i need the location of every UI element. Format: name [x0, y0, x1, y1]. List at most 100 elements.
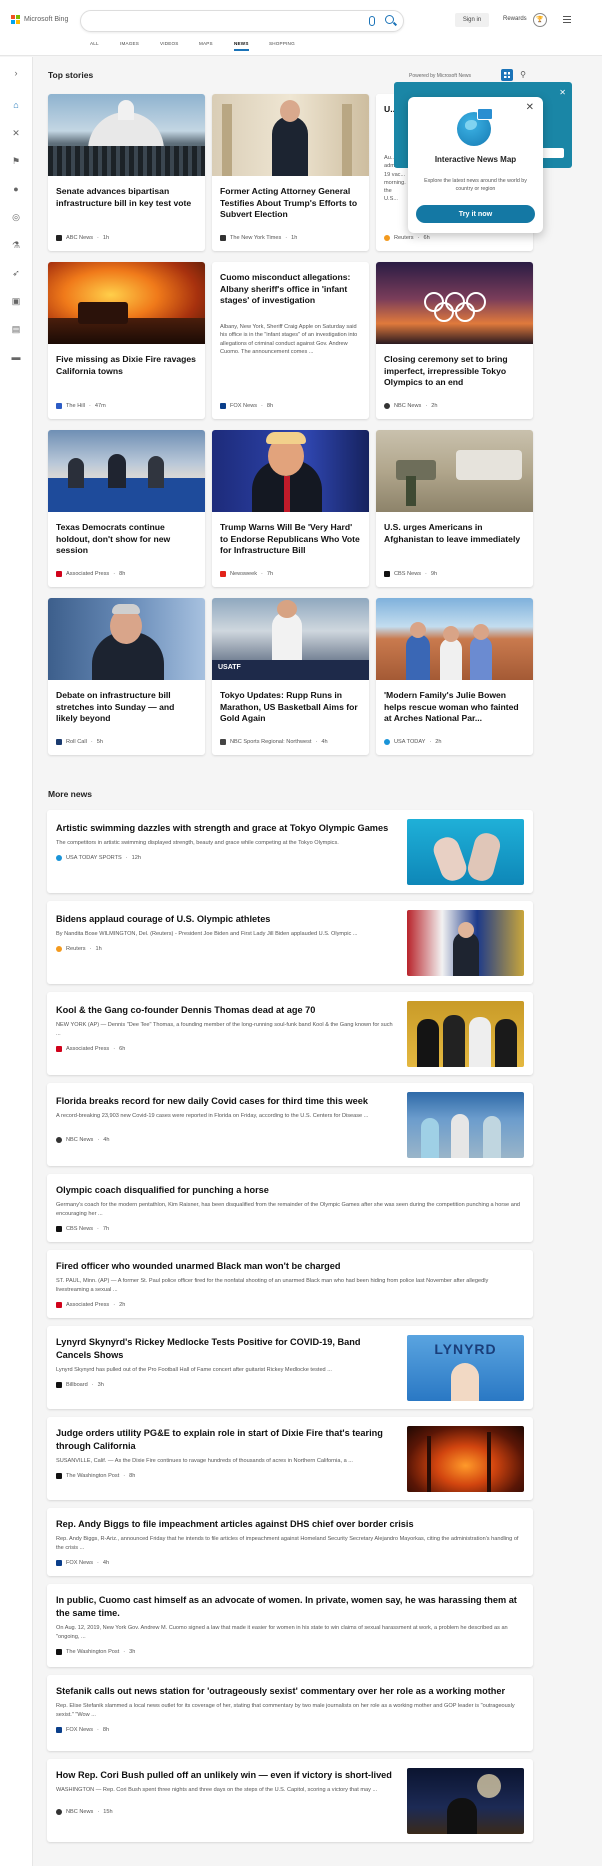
story-source: FOX News · 8h: [220, 403, 361, 409]
story-title[interactable]: Senate advances bipartisan infrastructur…: [56, 186, 197, 209]
tab-videos[interactable]: VIDEOS: [160, 41, 179, 46]
sign-in-button[interactable]: Sign in: [455, 13, 489, 27]
news-title[interactable]: Olympic coach disqualified for punching …: [56, 1184, 521, 1197]
search-input[interactable]: [80, 10, 404, 32]
story-card[interactable]: Debate on infrastructure bill stretches …: [48, 598, 205, 755]
story-card[interactable]: Closing ceremony set to bring imperfect,…: [376, 262, 533, 419]
news-list-item[interactable]: Stefanik calls out news station for 'out…: [47, 1675, 533, 1751]
map-view-icon[interactable]: ⚲: [517, 69, 529, 81]
news-image[interactable]: [407, 910, 524, 976]
tab-news[interactable]: NEWS: [234, 41, 249, 51]
rewards-link[interactable]: Rewards: [503, 16, 527, 22]
story-card[interactable]: Cuomo misconduct allegations: Albany she…: [212, 262, 369, 419]
try-it-now-button[interactable]: Try it now: [416, 205, 535, 223]
story-title[interactable]: Trump Warns Will Be 'Very Hard' to Endor…: [220, 522, 361, 557]
news-image[interactable]: [407, 1426, 524, 1492]
entertainment-icon[interactable]: ▣: [10, 295, 22, 307]
news-list-item[interactable]: Judge orders utility PG&E to explain rol…: [47, 1417, 533, 1500]
story-card[interactable]: Former Acting Attorney General Testifies…: [212, 94, 369, 251]
story-title[interactable]: Debate on infrastructure bill stretches …: [56, 690, 197, 725]
story-title[interactable]: Former Acting Attorney General Testifies…: [220, 186, 361, 221]
tab-shopping[interactable]: SHOPPING: [269, 41, 295, 46]
news-title[interactable]: Artistic swimming dazzles with strength …: [56, 822, 396, 835]
news-title[interactable]: In public, Cuomo cast himself as an advo…: [56, 1594, 521, 1620]
globe-icon[interactable]: ◎: [10, 211, 22, 223]
story-title[interactable]: Closing ceremony set to bring imperfect,…: [384, 354, 525, 389]
source-name: FOX News: [230, 403, 258, 409]
tab-maps[interactable]: MAPS: [199, 41, 213, 46]
news-list-item[interactable]: Bidens applaud courage of U.S. Olympic a…: [47, 901, 533, 984]
business-icon[interactable]: ▤: [10, 323, 22, 335]
popup-description: Explore the latest news around the world…: [424, 178, 527, 192]
story-image[interactable]: [48, 262, 205, 344]
expand-icon[interactable]: ›: [10, 67, 22, 79]
story-title[interactable]: Texas Democrats continue holdout, don't …: [56, 522, 197, 557]
story-title[interactable]: U.S. urges Americans in Afghanistan to l…: [384, 522, 525, 545]
story-image[interactable]: [48, 430, 205, 512]
search-icon[interactable]: [385, 15, 394, 24]
news-image[interactable]: [407, 1768, 524, 1834]
news-image[interactable]: [407, 1092, 524, 1158]
flag-icon[interactable]: ⚑: [10, 155, 22, 167]
news-title[interactable]: Fired officer who wounded unarmed Black …: [56, 1260, 521, 1273]
story-image[interactable]: [376, 430, 533, 512]
sports-icon[interactable]: ✕: [10, 127, 22, 139]
grid-view-icon[interactable]: [501, 69, 513, 81]
story-card[interactable]: U.S. urges Americans in Afghanistan to l…: [376, 430, 533, 587]
story-card[interactable]: Trump Warns Will Be 'Very Hard' to Endor…: [212, 430, 369, 587]
rewards-trophy-icon[interactable]: 🏆: [533, 13, 547, 27]
story-image[interactable]: [48, 94, 205, 176]
close-icon[interactable]: ✕: [559, 88, 566, 97]
story-title[interactable]: Tokyo Updates: Rupp Runs in Marathon, US…: [220, 690, 361, 725]
news-list-item[interactable]: Olympic coach disqualified for punching …: [47, 1174, 533, 1242]
news-title[interactable]: Florida breaks record for new daily Covi…: [56, 1095, 396, 1108]
story-title[interactable]: Five missing as Dixie Fire ravages Calif…: [56, 354, 197, 377]
microphone-icon[interactable]: [369, 16, 375, 26]
news-title[interactable]: Lynyrd Skynyrd's Rickey Medlocke Tests P…: [56, 1336, 396, 1362]
tab-all[interactable]: ALL: [90, 41, 99, 46]
interactive-news-map-popup: ✕ Interactive News Map Explore the lates…: [408, 97, 543, 233]
story-image[interactable]: USATF: [212, 598, 369, 680]
bing-logo[interactable]: Microsoft Bing: [11, 15, 68, 24]
menu-icon[interactable]: [563, 16, 571, 25]
story-image[interactable]: [376, 598, 533, 680]
news-list-item[interactable]: In public, Cuomo cast himself as an advo…: [47, 1584, 533, 1667]
location-icon[interactable]: ●: [10, 183, 22, 195]
story-image[interactable]: [48, 598, 205, 680]
news-list-item[interactable]: Artistic swimming dazzles with strength …: [47, 810, 533, 893]
news-image[interactable]: [407, 1001, 524, 1067]
story-title[interactable]: 'Modern Family's Julie Bowen helps rescu…: [384, 690, 525, 725]
news-title[interactable]: Bidens applaud courage of U.S. Olympic a…: [56, 913, 396, 926]
news-list-item[interactable]: Fired officer who wounded unarmed Black …: [47, 1250, 533, 1318]
news-list-item[interactable]: How Rep. Cori Bush pulled off an unlikel…: [47, 1759, 533, 1842]
news-age: 3h: [129, 1649, 136, 1655]
home-icon[interactable]: ⌂: [10, 99, 22, 111]
news-title[interactable]: Stefanik calls out news station for 'out…: [56, 1685, 521, 1698]
tab-images[interactable]: IMAGES: [120, 41, 139, 46]
news-title[interactable]: How Rep. Cori Bush pulled off an unlikel…: [56, 1769, 396, 1782]
source-name: USA TODAY SPORTS: [66, 855, 122, 861]
story-image[interactable]: [376, 262, 533, 344]
close-icon[interactable]: ✕: [526, 102, 534, 113]
news-list-item[interactable]: Florida breaks record for new daily Covi…: [47, 1083, 533, 1166]
news-title[interactable]: Rep. Andy Biggs to file impeachment arti…: [56, 1518, 521, 1531]
rocket-icon[interactable]: ➶: [10, 267, 22, 279]
news-list-item[interactable]: Rep. Andy Biggs to file impeachment arti…: [47, 1508, 533, 1576]
story-card[interactable]: Five missing as Dixie Fire ravages Calif…: [48, 262, 205, 419]
story-card[interactable]: USATF Tokyo Updates: Rupp Runs in Marath…: [212, 598, 369, 755]
story-card[interactable]: Senate advances bipartisan infrastructur…: [48, 94, 205, 251]
news-title[interactable]: Kool & the Gang co-founder Dennis Thomas…: [56, 1004, 396, 1017]
money-icon[interactable]: ▬: [10, 351, 22, 363]
story-card[interactable]: 'Modern Family's Julie Bowen helps rescu…: [376, 598, 533, 755]
news-image[interactable]: [407, 819, 524, 885]
science-icon[interactable]: ⚗: [10, 239, 22, 251]
news-image[interactable]: LYNYRD: [407, 1335, 524, 1401]
news-list-item[interactable]: Lynyrd Skynyrd's Rickey Medlocke Tests P…: [47, 1326, 533, 1409]
news-title[interactable]: Judge orders utility PG&E to explain rol…: [56, 1427, 396, 1453]
story-card[interactable]: Texas Democrats continue holdout, don't …: [48, 430, 205, 587]
story-title[interactable]: Cuomo misconduct allegations: Albany she…: [220, 272, 361, 307]
news-list-item[interactable]: Kool & the Gang co-founder Dennis Thomas…: [47, 992, 533, 1075]
story-source: The Hill · 47m: [56, 403, 197, 409]
story-image[interactable]: [212, 430, 369, 512]
story-image[interactable]: [212, 94, 369, 176]
